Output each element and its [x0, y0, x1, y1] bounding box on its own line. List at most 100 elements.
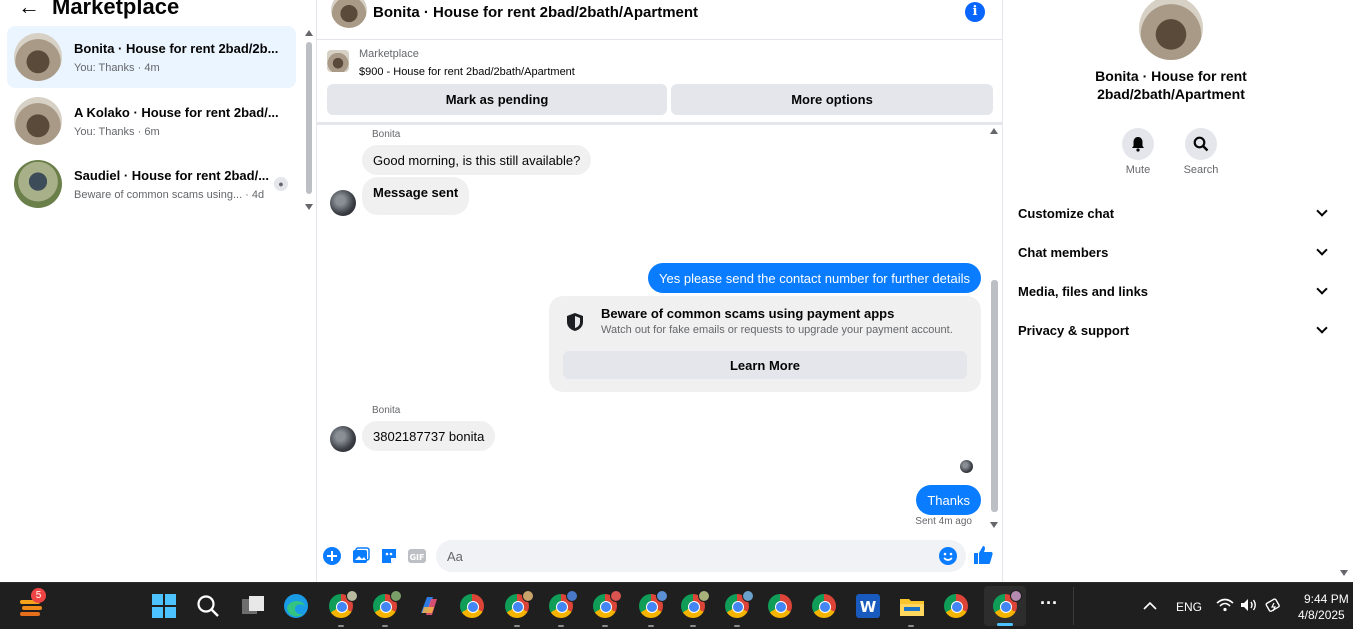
edge-icon[interactable] [283, 593, 309, 619]
search-icon[interactable] [195, 593, 221, 619]
chat-avatar[interactable] [331, 0, 367, 28]
scam-warning-title: Beware of common scams using payment app… [601, 306, 895, 321]
clock-date[interactable]: 4/8/2025 [1298, 608, 1345, 622]
battery-icon[interactable] [1265, 597, 1283, 613]
sender-avatar[interactable] [330, 190, 356, 216]
conversation-item-bonita[interactable]: Bonita · House for rent 2bad/2b... You: … [7, 26, 296, 88]
chrome-profile-icon[interactable] [329, 590, 358, 618]
running-indicator [690, 625, 696, 627]
sender-name: Bonita [372, 405, 401, 416]
back-arrow-icon[interactable]: ← [18, 0, 40, 20]
conversation-item-kolako[interactable]: A Kolako · House for rent 2bad/... You: … [7, 90, 296, 152]
conversation-title: A Kolako · House for rent 2bad/... [74, 104, 279, 120]
windows-start-icon[interactable] [151, 593, 177, 619]
chrome-profile-icon[interactable] [993, 590, 1022, 618]
info-icon[interactable]: i [965, 2, 985, 22]
listing-title[interactable]: $900 - House for rent 2bad/2bath/Apartme… [359, 66, 575, 78]
scrollbar-thumb[interactable] [306, 42, 312, 194]
scroll-down-icon[interactable] [990, 522, 998, 528]
running-indicator [734, 625, 740, 627]
chrome-profile-icon[interactable] [505, 590, 534, 618]
scam-warning-card: Beware of common scams using payment app… [549, 296, 981, 392]
chrome-icon[interactable] [460, 594, 484, 618]
read-receipt-avatar [960, 460, 973, 473]
mute-label: Mute [1125, 164, 1151, 176]
bell-icon[interactable] [1122, 128, 1154, 160]
incoming-message[interactable]: Good morning, is this still available? [362, 145, 592, 175]
running-indicator [558, 625, 564, 627]
more-options-button[interactable]: More options [671, 84, 993, 115]
seen-avatar-icon: ● [274, 177, 288, 191]
task-view-icon[interactable] [240, 593, 266, 619]
chrome-icon[interactable] [768, 594, 792, 618]
left-scrollbar[interactable] [305, 30, 313, 210]
conversation-list-panel: ← Marketplace Bonita · House for rent 2b… [0, 0, 317, 582]
chrome-profile-icon[interactable] [593, 590, 622, 618]
section-label: Chat members [1018, 244, 1109, 260]
more-icon[interactable]: ··· [1040, 593, 1058, 614]
scam-warning-body: Watch out for fake emails or requests to… [601, 324, 953, 336]
mark-pending-button[interactable]: Mark as pending [327, 84, 667, 115]
active-indicator [997, 623, 1013, 626]
sticker-icon[interactable] [380, 547, 398, 565]
profile-avatar[interactable] [1139, 0, 1203, 60]
word-icon[interactable]: W [855, 593, 881, 619]
scroll-down-icon[interactable] [1340, 570, 1348, 576]
running-indicator [338, 625, 344, 627]
chat-title[interactable]: Bonita · House for rent 2bad/2bath/Apart… [373, 4, 698, 21]
listing-thumbnail [14, 160, 62, 208]
windows-taskbar: 5 W ··· ENG 9:44 PM 4/8/2025 [0, 582, 1353, 629]
outgoing-message[interactable]: Thanks [916, 485, 981, 515]
file-explorer-icon[interactable] [899, 593, 925, 619]
chrome-profile-icon[interactable] [373, 590, 402, 618]
mute-button[interactable]: Mute [1113, 128, 1163, 176]
chrome-profile-icon[interactable] [725, 590, 754, 618]
chrome-icon[interactable] [812, 594, 836, 618]
conversation-item-saudiel[interactable]: Saudiel · House for rent 2bad/... Beware… [7, 153, 296, 215]
copilot-icon[interactable] [416, 593, 442, 619]
outgoing-message[interactable]: Yes please send the contact number for f… [648, 263, 981, 293]
sender-avatar[interactable] [330, 426, 356, 452]
media-files-links-row[interactable]: Media, files and links [1018, 279, 1330, 303]
photo-icon[interactable] [352, 547, 370, 565]
plus-circle-icon[interactable] [323, 547, 341, 565]
customize-chat-row[interactable]: Customize chat [1018, 201, 1330, 225]
like-thumb-icon[interactable] [973, 545, 993, 565]
chat-members-row[interactable]: Chat members [1018, 240, 1330, 264]
clock-time[interactable]: 9:44 PM [1304, 592, 1349, 606]
incoming-message[interactable]: 3802187737 bonita [362, 421, 496, 451]
search-icon[interactable] [1185, 128, 1217, 160]
chevron-up-icon[interactable] [1143, 601, 1157, 611]
chrome-icon[interactable] [944, 594, 968, 618]
section-label: Media, files and links [1018, 283, 1149, 299]
profile-name: Bonita · House for rent 2bad/2bath/Apart… [1095, 68, 1247, 102]
weather-widget[interactable]: 5 [18, 588, 46, 618]
search-button[interactable]: Search [1176, 128, 1226, 176]
scroll-up-icon[interactable] [990, 128, 998, 134]
language-indicator[interactable]: ENG [1176, 600, 1202, 614]
volume-icon[interactable] [1240, 598, 1258, 612]
listing-thumbnail [14, 97, 62, 145]
header-divider [317, 122, 1003, 125]
chrome-profile-icon[interactable] [639, 590, 668, 618]
incoming-message[interactable]: Message sent [362, 177, 470, 215]
chrome-profile-icon[interactable] [681, 590, 710, 618]
message-input[interactable]: Aa [436, 540, 966, 572]
emoji-icon[interactable] [939, 547, 957, 565]
scroll-down-icon[interactable] [305, 204, 313, 210]
scrollbar-thumb[interactable] [991, 280, 998, 512]
privacy-support-row[interactable]: Privacy & support [1018, 318, 1330, 342]
svg-text:W: W [860, 598, 877, 616]
chat-scrollbar[interactable] [990, 128, 1000, 528]
scroll-up-icon[interactable] [305, 30, 313, 36]
wifi-icon[interactable] [1216, 598, 1234, 612]
chat-header: Bonita · House for rent 2bad/2bath/Apart… [317, 0, 1003, 40]
chrome-profile-icon[interactable] [549, 590, 578, 618]
active-app-highlight[interactable] [984, 586, 1026, 626]
chevron-down-icon [1316, 244, 1328, 256]
taskbar-separator [1073, 587, 1074, 625]
gif-icon[interactable]: GIF [408, 547, 426, 565]
learn-more-button[interactable]: Learn More [563, 351, 967, 379]
panel-title: Marketplace [52, 0, 180, 19]
marketplace-label: Marketplace [359, 48, 419, 60]
